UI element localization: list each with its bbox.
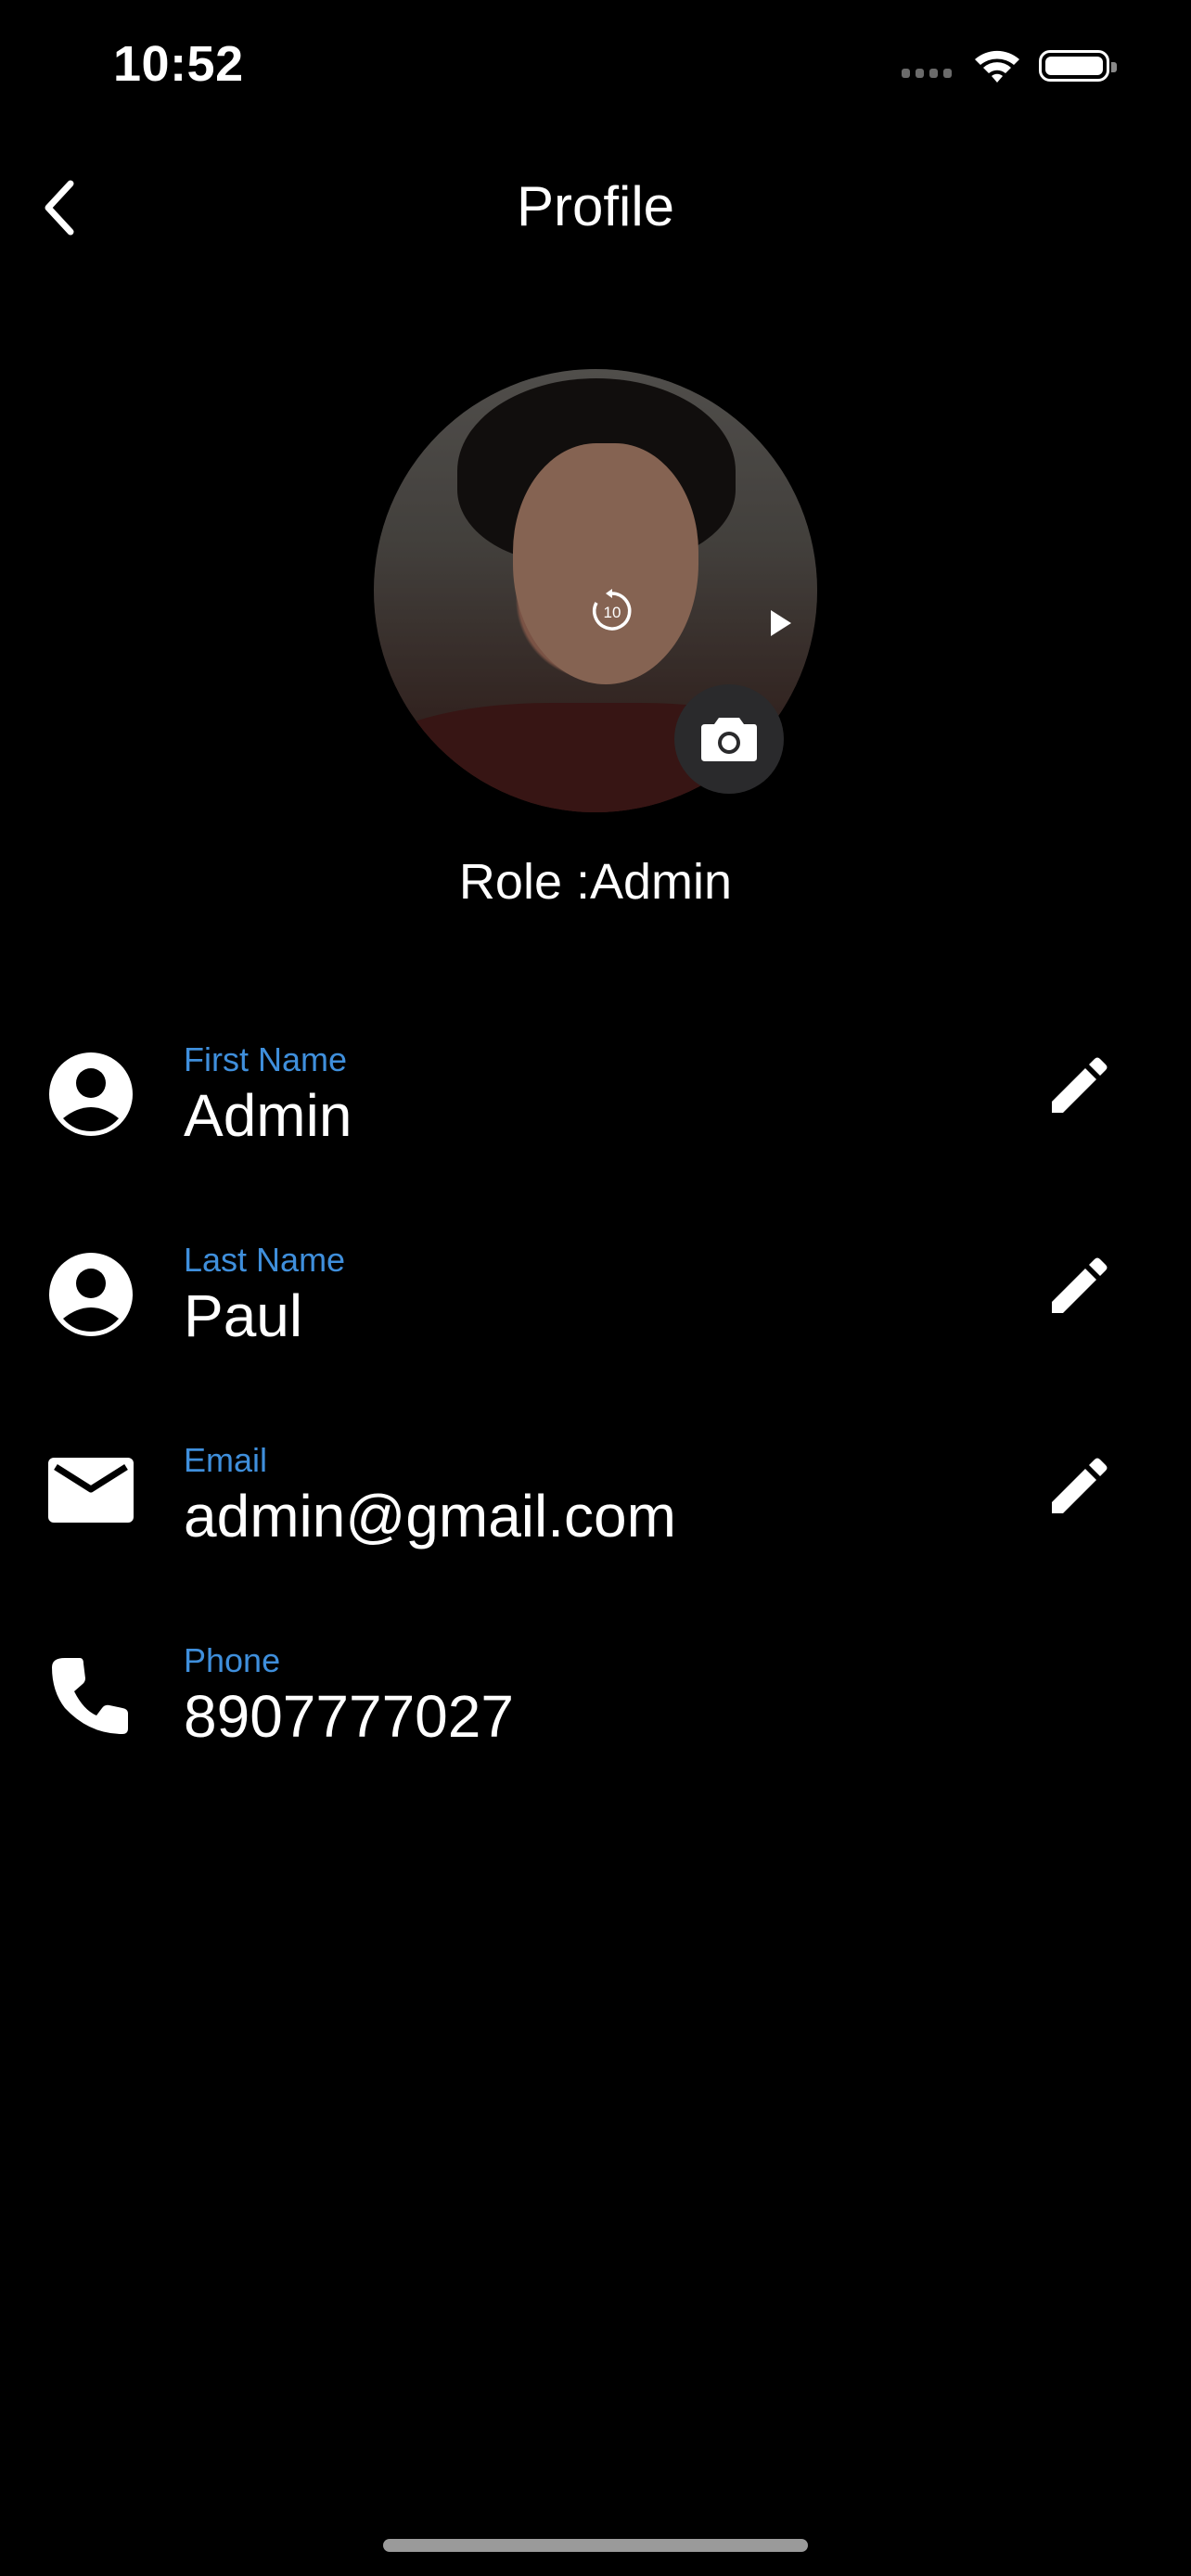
- edit-first-name-button[interactable]: [1046, 1053, 1111, 1118]
- email-label: Email: [184, 1441, 268, 1479]
- phone-value: 8907777027: [184, 1683, 514, 1750]
- wifi-icon: [972, 46, 1022, 90]
- status-time: 10:52: [113, 36, 244, 92]
- mail-icon: [46, 1452, 135, 1541]
- cellular-signal-icon: [902, 69, 957, 82]
- last-name-value: Paul: [184, 1282, 303, 1349]
- battery-icon: [1039, 50, 1117, 82]
- account-circle-icon: [46, 1250, 135, 1339]
- last-name-label: Last Name: [184, 1241, 346, 1279]
- pencil-icon: [1052, 1057, 1108, 1113]
- change-photo-button[interactable]: [674, 684, 784, 794]
- edit-last-name-button[interactable]: [1046, 1254, 1111, 1319]
- pencil-icon: [1052, 1458, 1108, 1513]
- edit-email-button[interactable]: [1046, 1454, 1111, 1519]
- account-circle-icon: [46, 1050, 135, 1139]
- first-name-label: First Name: [184, 1040, 348, 1078]
- phone-label: Phone: [184, 1641, 281, 1679]
- camera-icon: [701, 718, 757, 761]
- email-value: admin@gmail.com: [184, 1483, 676, 1549]
- phone-icon: [48, 1654, 137, 1743]
- pencil-icon: [1052, 1257, 1108, 1313]
- replay-10-icon[interactable]: 10: [589, 588, 635, 634]
- first-name-value: Admin: [184, 1082, 352, 1149]
- page-title: Profile: [516, 175, 675, 237]
- role-text: Role :Admin: [458, 854, 733, 910]
- home-indicator[interactable]: [383, 2539, 808, 2552]
- play-icon[interactable]: [771, 610, 791, 636]
- svg-text:10: 10: [604, 604, 621, 621]
